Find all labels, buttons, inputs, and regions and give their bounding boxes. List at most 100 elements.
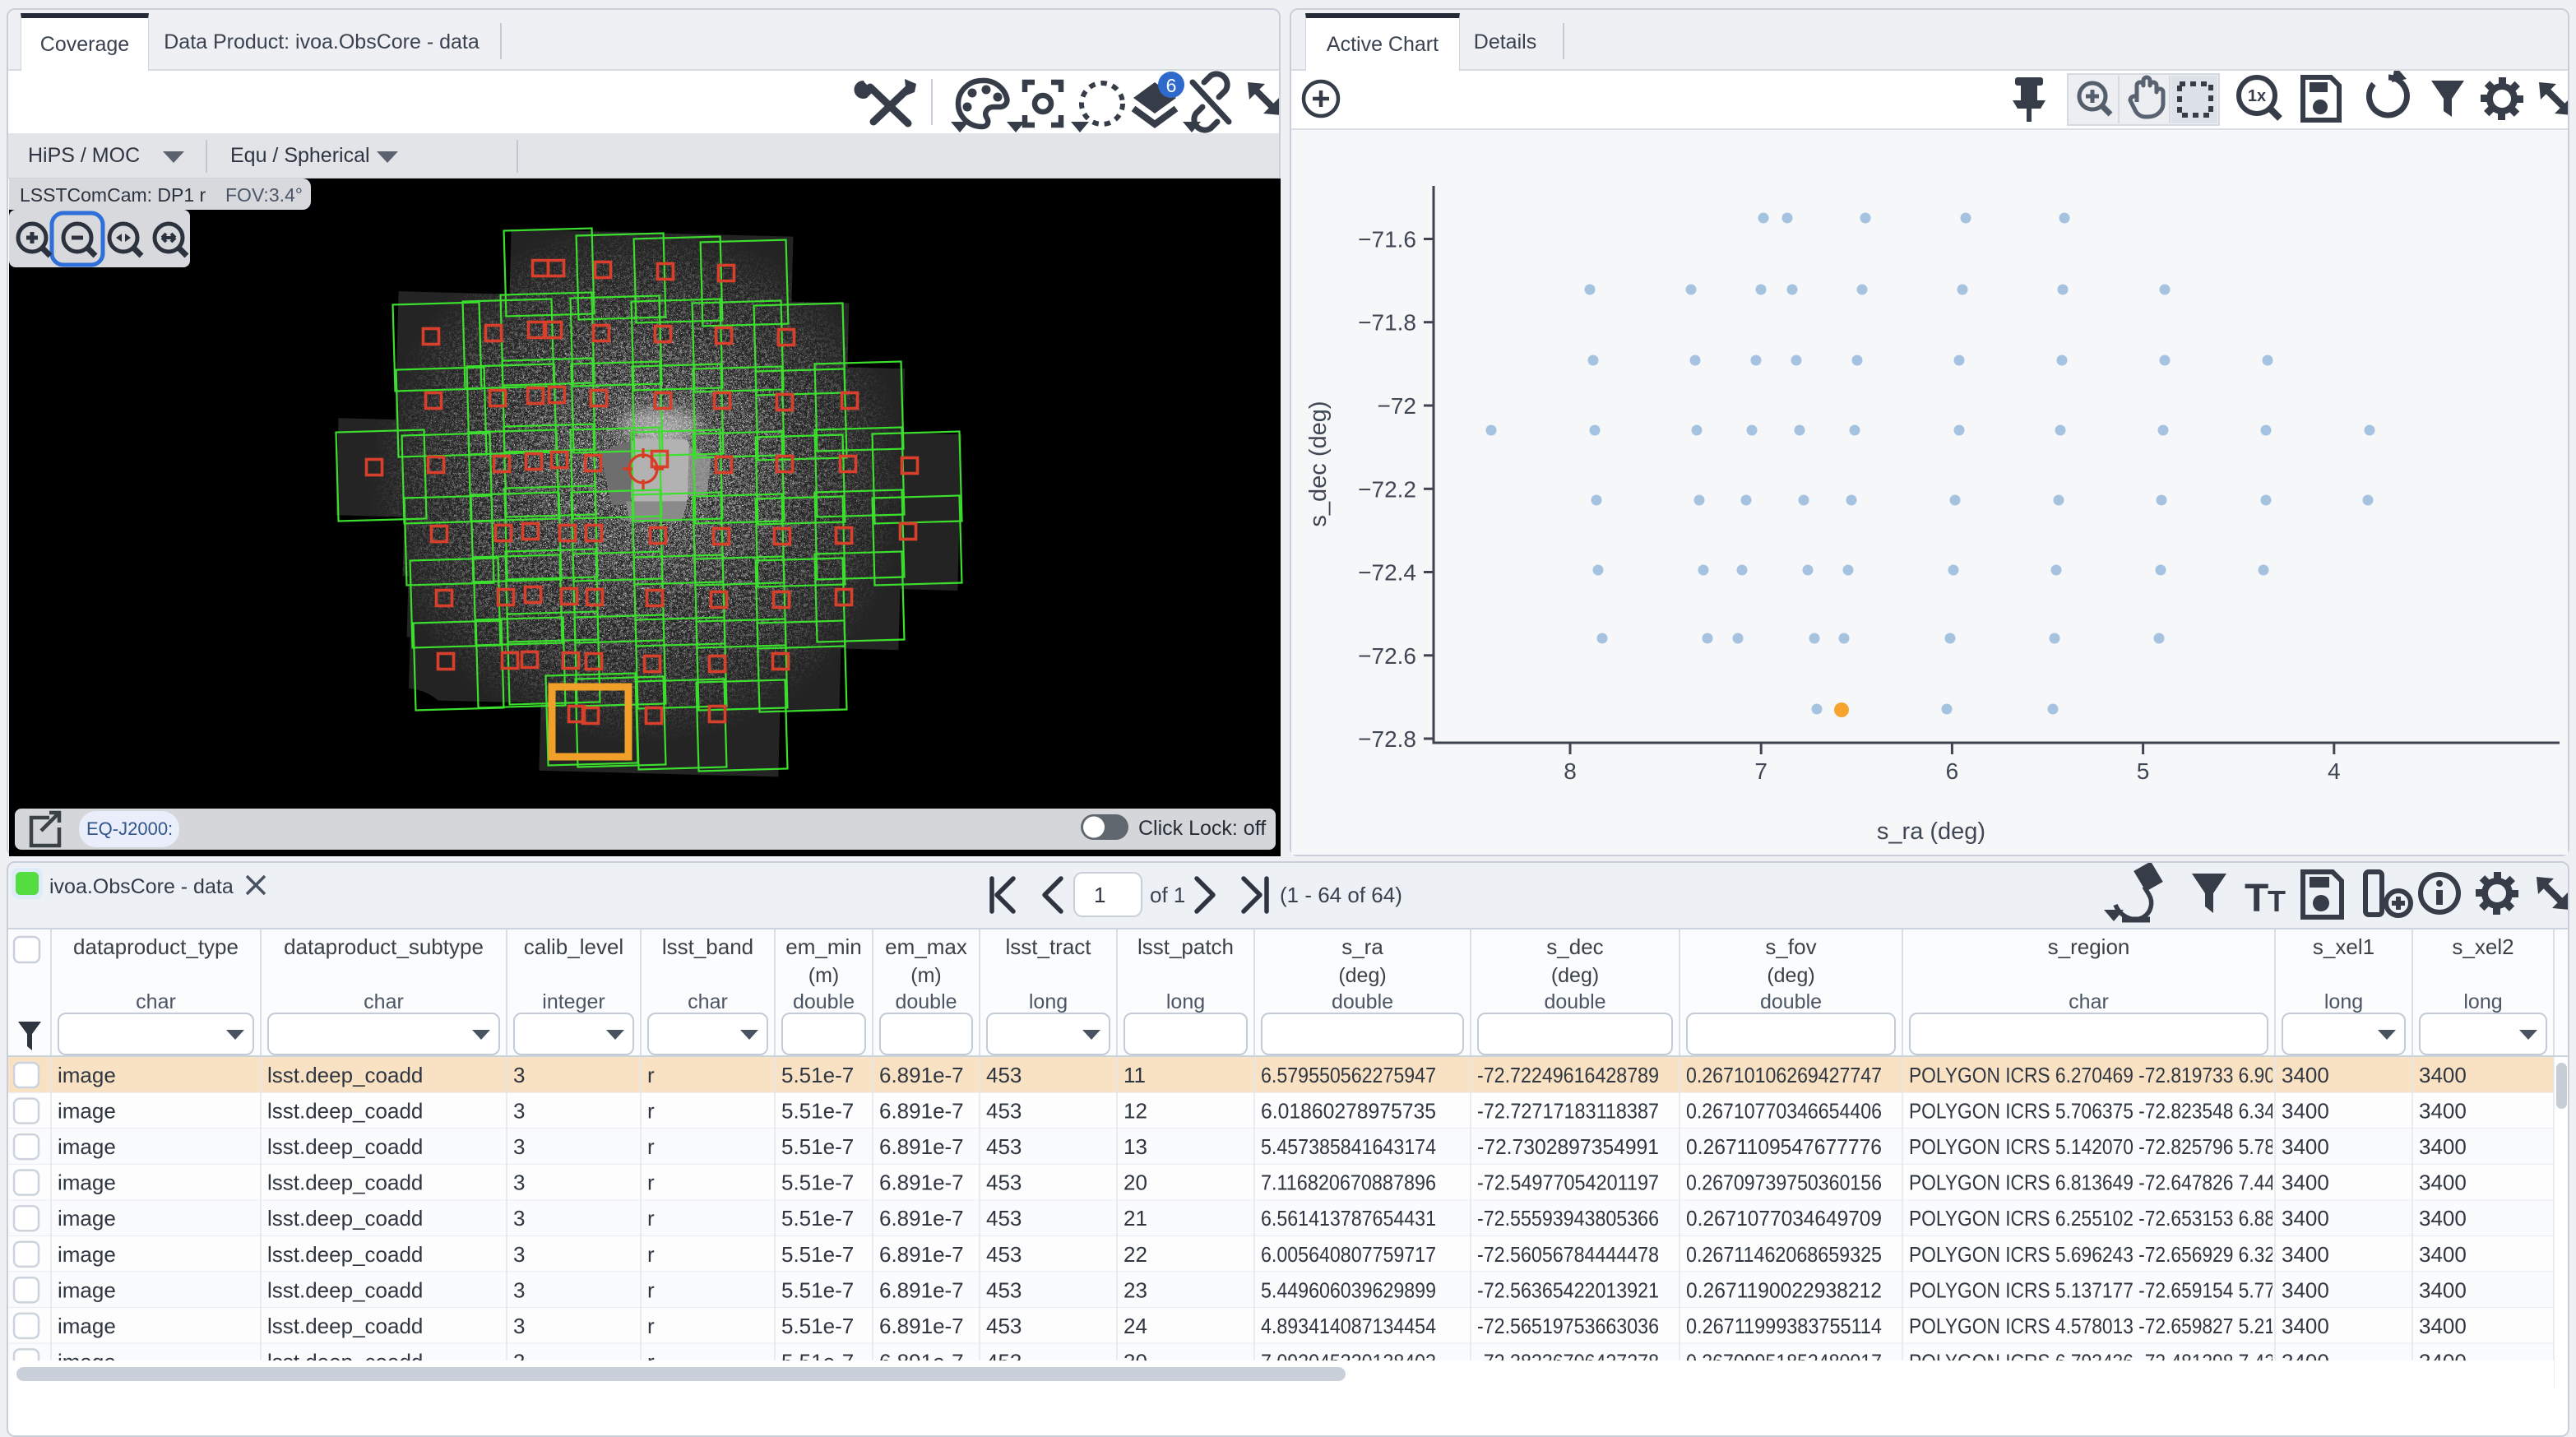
svg-text:r: r xyxy=(647,1170,655,1195)
svg-text:-72.56519753663036: -72.56519753663036 xyxy=(1477,1314,1659,1338)
svg-text:0.26710770346654406: 0.26710770346654406 xyxy=(1686,1099,1882,1124)
svg-text:3400: 3400 xyxy=(2419,1170,2467,1195)
svg-text:image: image xyxy=(58,1099,116,1124)
svg-text:0.2671077034649709: 0.2671077034649709 xyxy=(1686,1206,1882,1231)
svg-text:3: 3 xyxy=(513,1170,525,1195)
svg-text:lsst_tract: lsst_tract xyxy=(1005,934,1091,959)
svg-text:(m): (m) xyxy=(910,964,941,987)
svg-text:lsst.deep_coadd: lsst.deep_coadd xyxy=(267,1277,423,1302)
svg-text:0.26711462068659325: 0.26711462068659325 xyxy=(1686,1242,1882,1267)
svg-text:6.891e-7: 6.891e-7 xyxy=(879,1170,964,1195)
svg-text:double: double xyxy=(1544,990,1605,1013)
svg-text:3: 3 xyxy=(513,1242,525,1267)
svg-text:−72.2: −72.2 xyxy=(1358,476,1416,502)
svg-text:lsst.deep_coadd: lsst.deep_coadd xyxy=(267,1063,423,1087)
svg-text:6.891e-7: 6.891e-7 xyxy=(879,1242,964,1267)
svg-text:Click Lock: off: Click Lock: off xyxy=(1138,817,1266,840)
svg-text:char: char xyxy=(136,990,176,1013)
svg-text:EQ-J2000:: EQ-J2000: xyxy=(86,818,173,839)
svg-text:0.26711999383755114: 0.26711999383755114 xyxy=(1686,1314,1882,1338)
svg-text:3400: 3400 xyxy=(2419,1314,2467,1338)
svg-text:3400: 3400 xyxy=(2282,1206,2329,1231)
svg-text:6.005640807759717: 6.005640807759717 xyxy=(1261,1242,1436,1267)
svg-text:0.2671190022938212: 0.2671190022938212 xyxy=(1686,1277,1882,1302)
svg-text:3: 3 xyxy=(513,1134,525,1159)
svg-text:long: long xyxy=(1166,990,1205,1013)
svg-text:ivoa.ObsCore - data: ivoa.ObsCore - data xyxy=(49,875,234,898)
svg-text:dataproduct_subtype: dataproduct_subtype xyxy=(284,934,484,959)
svg-text:1: 1 xyxy=(1094,883,1105,907)
svg-text:453: 453 xyxy=(986,1206,1022,1231)
svg-text:6.891e-7: 6.891e-7 xyxy=(879,1314,964,1338)
svg-text:7: 7 xyxy=(1754,758,1768,784)
svg-text:0.26709739750360156: 0.26709739750360156 xyxy=(1686,1170,1882,1195)
svg-text:s_dec (deg): s_dec (deg) xyxy=(1305,401,1332,526)
svg-text:453: 453 xyxy=(986,1277,1022,1302)
svg-text:7.116820670887896: 7.116820670887896 xyxy=(1261,1170,1436,1195)
svg-text:20: 20 xyxy=(1124,1170,1147,1195)
svg-text:5.51e-7: 5.51e-7 xyxy=(781,1314,854,1338)
svg-text:double: double xyxy=(895,990,957,1013)
svg-text:POLYGON ICRS 4.578013 -72.6598: POLYGON ICRS 4.578013 -72.659827 5.21 xyxy=(1909,1314,2275,1338)
svg-text:r: r xyxy=(647,1206,655,1231)
svg-text:double: double xyxy=(1332,990,1393,1013)
svg-text:22: 22 xyxy=(1124,1242,1147,1267)
svg-text:POLYGON ICRS 5.706375 -72.8235: POLYGON ICRS 5.706375 -72.823548 6.34 xyxy=(1909,1099,2275,1124)
svg-text:(deg): (deg) xyxy=(1551,964,1599,987)
svg-text:5.51e-7: 5.51e-7 xyxy=(781,1099,854,1124)
svg-text:3400: 3400 xyxy=(2282,1099,2329,1124)
svg-text:s_xel2: s_xel2 xyxy=(2452,934,2513,959)
svg-text:11: 11 xyxy=(1124,1063,1146,1087)
svg-text:T: T xyxy=(2245,877,2268,920)
svg-text:POLYGON ICRS 6.813649 -72.6478: POLYGON ICRS 6.813649 -72.647826 7.44 xyxy=(1909,1170,2275,1195)
svg-text:6.891e-7: 6.891e-7 xyxy=(879,1063,964,1087)
svg-text:24: 24 xyxy=(1124,1314,1147,1338)
svg-text:-72.56056784444478: -72.56056784444478 xyxy=(1477,1242,1659,1267)
svg-text:r: r xyxy=(647,1242,655,1267)
svg-text:s_dec: s_dec xyxy=(1546,934,1603,959)
svg-text:453: 453 xyxy=(986,1134,1022,1159)
svg-text:em_min: em_min xyxy=(785,934,861,959)
svg-text:(deg): (deg) xyxy=(1338,964,1386,987)
svg-text:-72.55593943805366: -72.55593943805366 xyxy=(1477,1206,1659,1231)
svg-text:5: 5 xyxy=(2137,758,2150,784)
svg-text:calib_level: calib_level xyxy=(524,934,623,959)
svg-text:3400: 3400 xyxy=(2419,1242,2467,1267)
svg-text:r: r xyxy=(647,1063,655,1087)
svg-text:image: image xyxy=(58,1206,116,1231)
svg-text:(deg): (deg) xyxy=(1767,964,1814,987)
svg-text:-72.54977054201197: -72.54977054201197 xyxy=(1477,1170,1659,1195)
svg-text:3400: 3400 xyxy=(2419,1277,2467,1302)
svg-text:8: 8 xyxy=(1564,758,1577,784)
svg-text:r: r xyxy=(647,1277,655,1302)
svg-text:453: 453 xyxy=(986,1099,1022,1124)
svg-text:s_fov: s_fov xyxy=(1765,934,1816,959)
svg-text:long: long xyxy=(2463,990,2502,1013)
svg-text:double: double xyxy=(793,990,855,1013)
svg-text:r: r xyxy=(647,1134,655,1159)
svg-text:lsst.deep_coadd: lsst.deep_coadd xyxy=(267,1242,423,1267)
svg-text:6: 6 xyxy=(1946,758,1959,784)
svg-text:5.51e-7: 5.51e-7 xyxy=(781,1277,854,1302)
svg-text:3: 3 xyxy=(513,1277,525,1302)
svg-text:lsst.deep_coadd: lsst.deep_coadd xyxy=(267,1170,423,1195)
svg-text:-72.56365422013921: -72.56365422013921 xyxy=(1477,1277,1659,1302)
svg-text:s_region: s_region xyxy=(2048,934,2130,959)
svg-text:POLYGON ICRS 5.142070 -72.8257: POLYGON ICRS 5.142070 -72.825796 5.78 xyxy=(1909,1134,2275,1159)
svg-text:6.01860278975735: 6.01860278975735 xyxy=(1261,1099,1436,1124)
svg-text:3400: 3400 xyxy=(2282,1134,2329,1159)
svg-text:13: 13 xyxy=(1124,1134,1147,1159)
svg-text:6.579550562275947: 6.579550562275947 xyxy=(1261,1063,1436,1087)
svg-text:3400: 3400 xyxy=(2419,1206,2467,1231)
svg-text:image: image xyxy=(58,1277,116,1302)
svg-text:5.51e-7: 5.51e-7 xyxy=(781,1134,854,1159)
svg-text:(1 - 64 of 64): (1 - 64 of 64) xyxy=(1280,883,1402,907)
svg-text:6.891e-7: 6.891e-7 xyxy=(879,1206,964,1231)
svg-text:5.449606039629899: 5.449606039629899 xyxy=(1261,1277,1436,1302)
svg-text:3: 3 xyxy=(513,1206,525,1231)
svg-text:char: char xyxy=(2069,990,2109,1013)
svg-text:−72: −72 xyxy=(1378,393,1417,419)
svg-text:T: T xyxy=(2268,884,2286,918)
svg-text:lsst.deep_coadd: lsst.deep_coadd xyxy=(267,1314,423,1338)
svg-text:5.51e-7: 5.51e-7 xyxy=(781,1242,854,1267)
